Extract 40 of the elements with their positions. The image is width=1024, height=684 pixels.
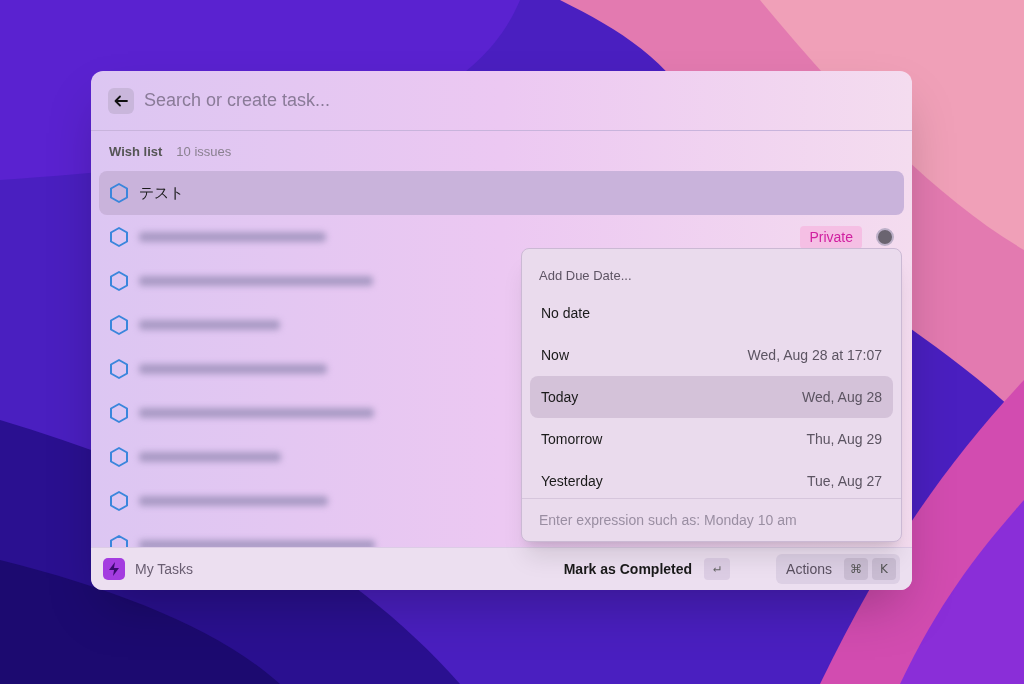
option-label: Today bbox=[541, 387, 579, 407]
list-title: Wish list bbox=[109, 143, 163, 162]
hexagon-icon bbox=[109, 270, 129, 292]
date-option[interactable]: Now Wed, Aug 28 at 17:07 bbox=[530, 334, 893, 376]
hexagon-icon bbox=[109, 358, 129, 380]
avatar-icon bbox=[876, 228, 894, 246]
option-date: Wed, Aug 28 at 17:07 bbox=[747, 345, 882, 365]
option-label: Tomorrow bbox=[541, 429, 603, 449]
date-option[interactable]: Tomorrow Thu, Aug 29 bbox=[530, 418, 893, 460]
hexagon-icon bbox=[109, 182, 129, 204]
private-tag: Private bbox=[800, 225, 862, 249]
popup-title: Add Due Date... bbox=[539, 266, 632, 285]
enter-key: ↵ bbox=[704, 558, 731, 580]
issue-count: 10 issues bbox=[176, 143, 232, 162]
expression-input[interactable]: Enter expression such as: Monday 10 am bbox=[539, 509, 884, 531]
hexagon-icon bbox=[109, 490, 129, 512]
hexagon-icon bbox=[109, 314, 129, 336]
option-date: Thu, Aug 29 bbox=[806, 429, 882, 449]
option-label: Yesterday bbox=[541, 471, 603, 491]
hexagon-icon bbox=[109, 446, 129, 468]
back-arrow-icon bbox=[114, 94, 128, 107]
hexagon-icon bbox=[109, 402, 129, 424]
option-label: No date bbox=[541, 303, 591, 323]
mark-completed-button[interactable]: Mark as Completed bbox=[563, 558, 693, 580]
app-logo-icon bbox=[103, 558, 125, 580]
app-name: My Tasks bbox=[135, 559, 194, 579]
date-option[interactable]: Yesterday Tue, Aug 27 bbox=[530, 460, 893, 498]
search-field[interactable]: Search or create task... bbox=[144, 87, 895, 114]
shortcut-key: ⌘ bbox=[844, 558, 868, 580]
actions-button[interactable]: Actions bbox=[786, 558, 832, 580]
hexagon-icon bbox=[109, 226, 129, 248]
date-option[interactable]: Today Wed, Aug 28 bbox=[530, 376, 893, 418]
option-date: Tue, Aug 27 bbox=[807, 471, 882, 491]
date-option[interactable]: No date bbox=[530, 292, 893, 334]
task-row[interactable]: テスト bbox=[99, 171, 904, 215]
option-label: Now bbox=[541, 345, 569, 365]
task-title: テスト bbox=[139, 182, 184, 204]
shortcut-key: K bbox=[872, 558, 896, 580]
option-date: Wed, Aug 28 bbox=[802, 387, 882, 407]
back-button[interactable] bbox=[108, 87, 134, 114]
